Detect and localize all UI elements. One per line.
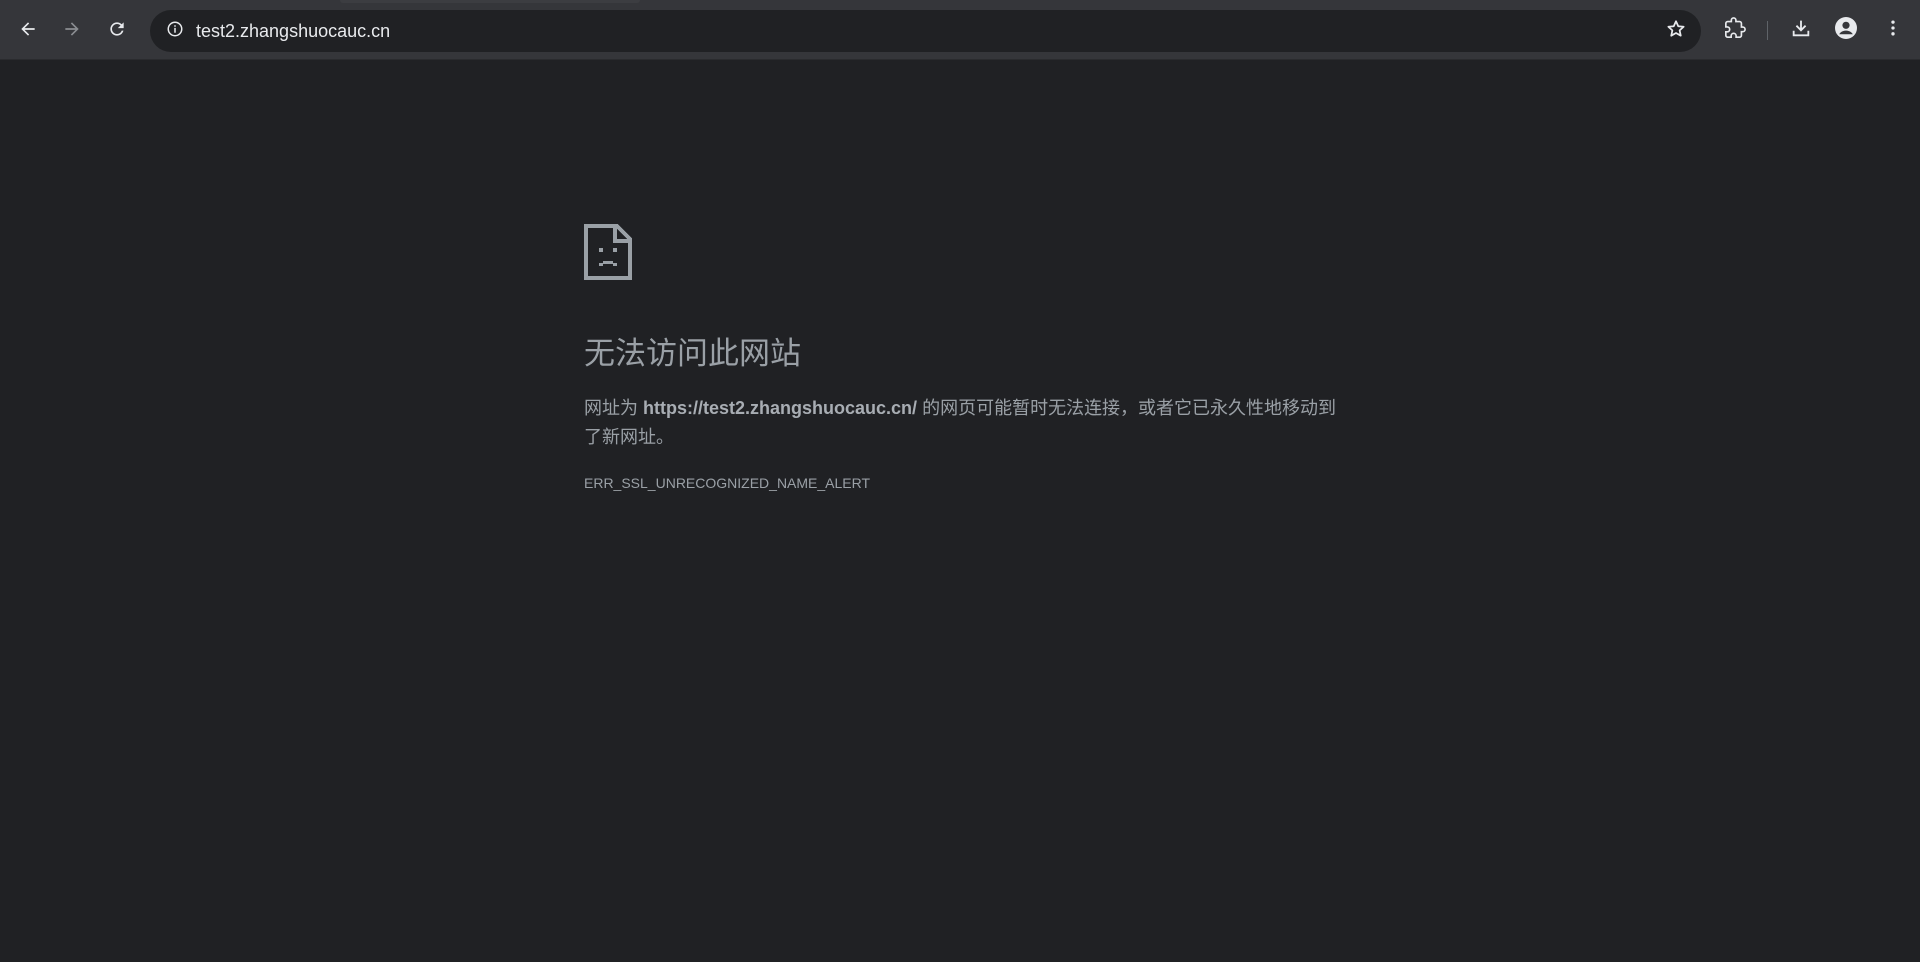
site-info-button[interactable]	[160, 16, 190, 46]
puzzle-icon	[1724, 16, 1746, 44]
toolbar-separator	[1767, 21, 1768, 40]
tab-strip-edge	[340, 0, 640, 3]
bookmark-button[interactable]	[1659, 14, 1693, 48]
error-url: https://test2.zhangshuocauc.cn/	[643, 398, 918, 418]
page-content: 无法访问此网站 网址为 https://test2.zhangshuocauc.…	[0, 61, 1920, 962]
address-bar[interactable]: test2.zhangshuocauc.cn	[150, 10, 1701, 52]
forward-button[interactable]	[55, 12, 89, 46]
info-circle-icon	[166, 20, 184, 43]
browser-toolbar: test2.zhangshuocauc.cn	[0, 0, 1920, 60]
error-title: 无法访问此网站	[584, 336, 801, 371]
profile-button[interactable]	[1829, 13, 1863, 47]
arrow-left-icon	[18, 19, 38, 39]
back-button[interactable]	[11, 12, 45, 46]
downloads-button[interactable]	[1784, 13, 1818, 47]
error-description: 网址为 https://test2.zhangshuocauc.cn/ 的网页可…	[584, 394, 1344, 452]
star-icon	[1665, 18, 1687, 45]
reload-icon	[107, 19, 127, 39]
extensions-button[interactable]	[1718, 13, 1752, 47]
reload-button[interactable]	[100, 12, 134, 46]
account-icon	[1834, 16, 1858, 45]
error-description-prefix: 网址为	[584, 398, 644, 418]
download-icon	[1790, 17, 1812, 44]
sad-page-icon	[584, 224, 632, 280]
arrow-right-icon	[62, 19, 82, 39]
url-text[interactable]: test2.zhangshuocauc.cn	[196, 10, 390, 52]
error-code: ERR_SSL_UNRECOGNIZED_NAME_ALERT	[584, 475, 871, 491]
menu-button[interactable]	[1876, 13, 1910, 47]
more-vert-icon	[1883, 18, 1903, 43]
